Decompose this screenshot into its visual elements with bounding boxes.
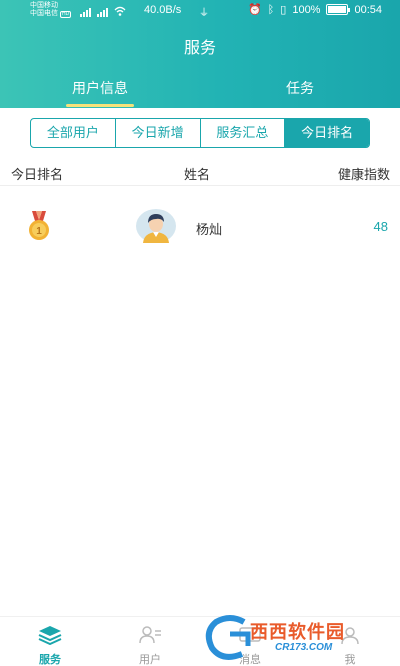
bluetooth-icon: ᛒ [267, 3, 275, 16]
nav-service-label: 服务 [39, 654, 61, 666]
user-list-icon [139, 626, 161, 644]
column-header-name: 姓名 [184, 167, 211, 182]
nav-user[interactable]: 用户 [120, 625, 180, 666]
signal-icon [80, 8, 91, 17]
avatar [136, 209, 176, 243]
battery-icon [326, 4, 351, 15]
column-header-rank: 今日排名 [11, 167, 64, 182]
top-tabs: 用户信息 任务 [0, 72, 400, 108]
segment-today-ranking[interactable]: 今日排名 [285, 119, 369, 147]
row-health-index: 48 [373, 219, 388, 234]
page-title: 服务 [183, 40, 216, 57]
gold-medal-icon: 1 [29, 211, 49, 240]
usb-icon: ⏚ [199, 8, 209, 19]
alarm-icon: ⏰ [247, 4, 262, 16]
segment-service-summary[interactable]: 服务汇总 [201, 119, 286, 147]
status-bar: 中国移动 中国电信 HD 40.0B/s ⏚ ⏰ ᛒ ▯ 100% 00:54 [0, 0, 400, 22]
hd-badge: HD [60, 11, 72, 18]
table-header: 今日排名 姓名 健康指数 [0, 160, 400, 186]
table-row[interactable]: 1 杨灿 48 [0, 203, 400, 249]
clock: 00:54 [354, 3, 382, 16]
tab-active-indicator [66, 104, 134, 107]
nav-service[interactable]: 服务 [20, 625, 80, 666]
column-header-health-index: 健康指数 [337, 167, 390, 182]
layers-icon [38, 626, 62, 646]
tab-tasks[interactable]: 任务 [200, 78, 400, 98]
vibrate-icon: ▯ [280, 4, 287, 16]
signal-icon [97, 8, 108, 17]
row-name: 杨灿 [196, 222, 223, 237]
watermark: 西西软件园 CR173.COM [200, 612, 385, 664]
network-speed: 40.0B/s [144, 4, 182, 16]
header-bar: 中国移动 中国电信HD 40.0B/s ⏚ ⏰ ᛒ ▯ 100% 00:54 [0, 0, 400, 108]
nav-user-label: 用户 [139, 654, 161, 666]
carrier-2: 中国电信 [30, 10, 58, 17]
watermark-text: 西西软件园 [250, 622, 345, 642]
segment-today-new[interactable]: 今日新增 [116, 119, 201, 147]
wifi-icon [114, 6, 126, 16]
medal-rank: 1 [36, 226, 42, 237]
tab-user-info[interactable]: 用户信息 [0, 78, 200, 98]
status-right: ⏰ ᛒ ▯ 100% 00:54 [247, 3, 382, 17]
carrier-1: 中国移动 [30, 2, 58, 9]
signal-group [80, 5, 126, 17]
carrier-info: 中国移动 中国电信 HD [30, 2, 72, 18]
segment-all-users[interactable]: 全部用户 [31, 119, 116, 147]
battery-percent: 100% [292, 3, 321, 16]
battery-fill [328, 6, 347, 13]
filter-segmented-control: 全部用户 今日新增 服务汇总 今日排名 [30, 118, 370, 148]
watermark-sub: CR173.COM [275, 642, 333, 653]
